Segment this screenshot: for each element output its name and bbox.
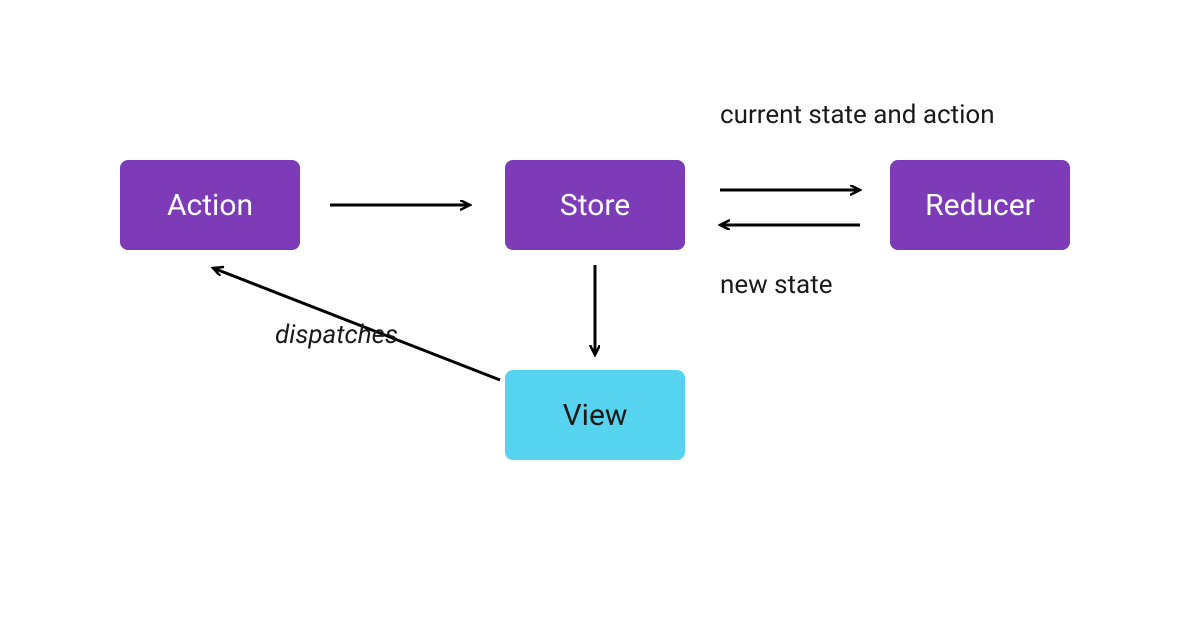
- node-reducer-label: Reducer: [925, 188, 1035, 223]
- node-action-label: Action: [167, 188, 253, 223]
- node-store-label: Store: [560, 188, 630, 223]
- label-dispatches: dispatches: [275, 320, 398, 350]
- node-reducer: Reducer: [890, 160, 1070, 250]
- node-view: View: [505, 370, 685, 460]
- node-view-label: View: [563, 398, 628, 433]
- label-current-state-and-action: current state and action: [720, 100, 995, 130]
- label-new-state: new state: [720, 270, 833, 300]
- node-store: Store: [505, 160, 685, 250]
- redux-flow-diagram: Action Store Reducer View current state …: [0, 0, 1200, 630]
- arrows-layer: [0, 0, 1200, 630]
- node-action: Action: [120, 160, 300, 250]
